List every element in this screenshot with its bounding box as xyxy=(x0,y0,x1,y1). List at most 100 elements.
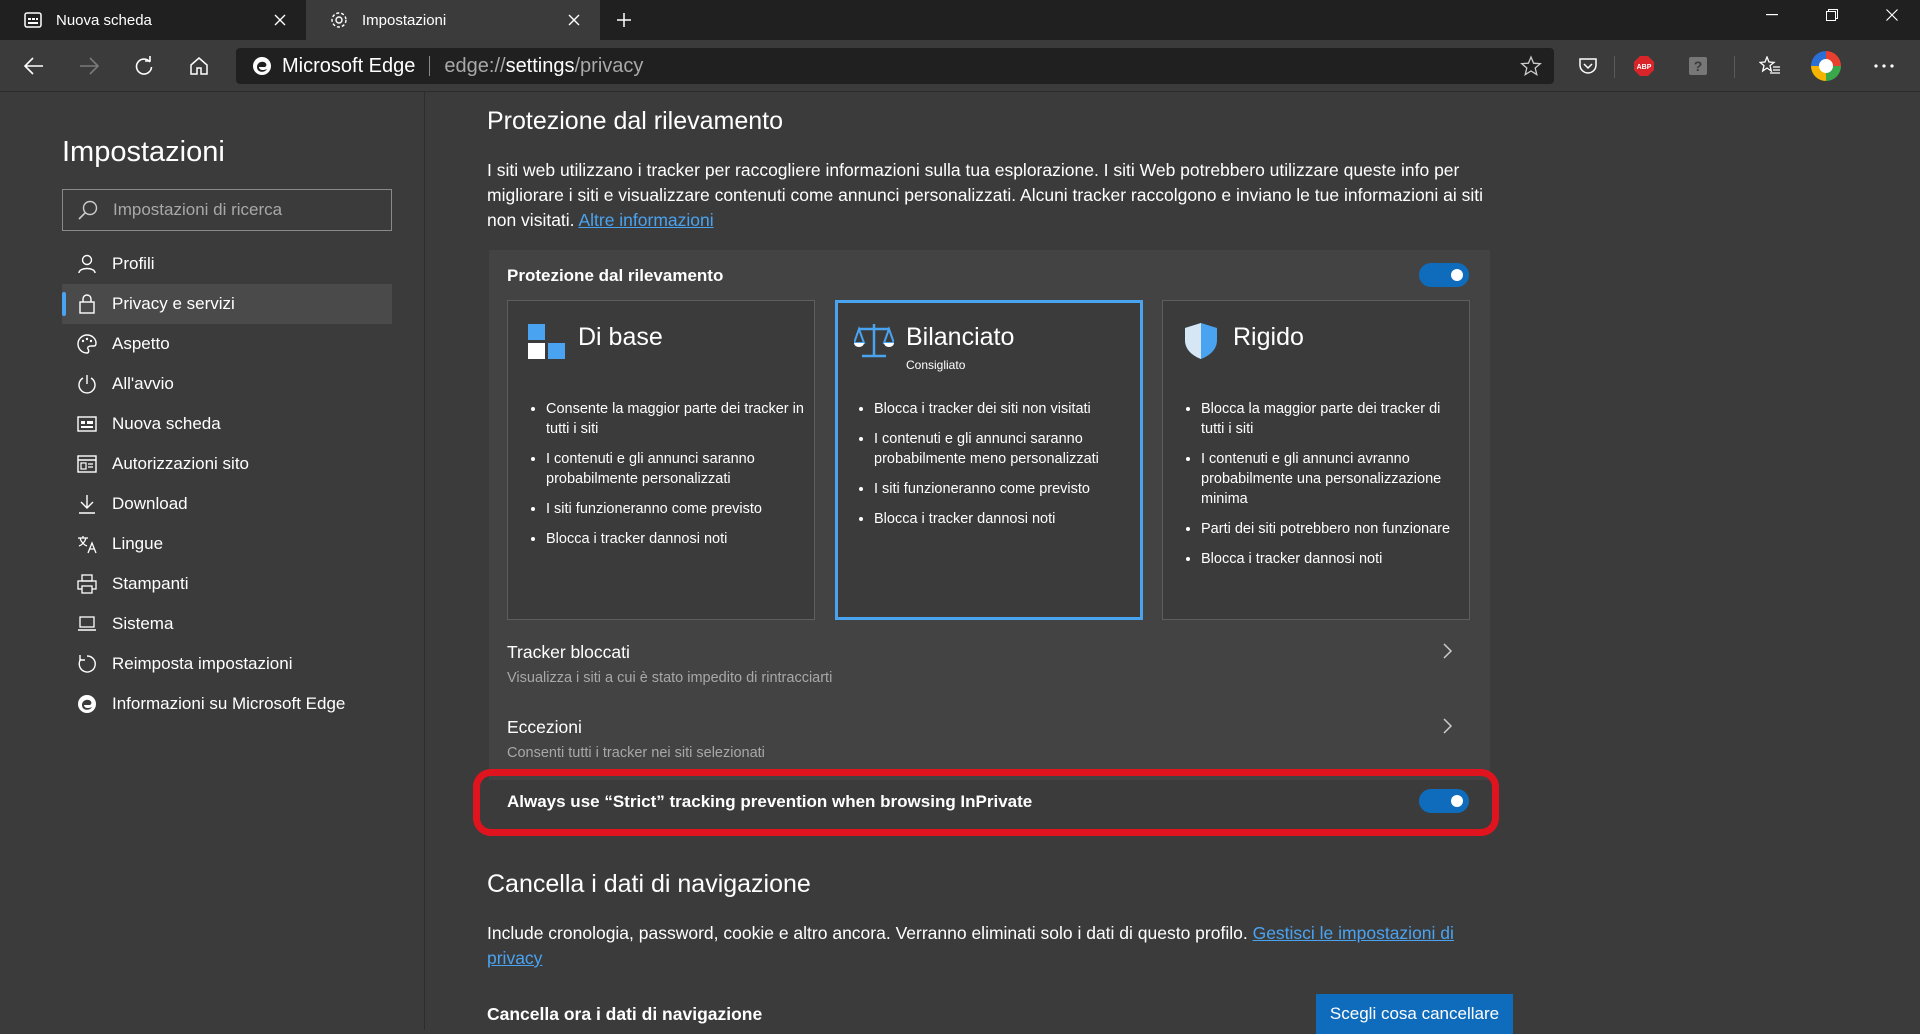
option-bullet: Blocca la maggior parte dei tracker di t… xyxy=(1201,399,1463,439)
favorites-button[interactable] xyxy=(1752,49,1788,83)
download-icon xyxy=(76,493,98,515)
back-button[interactable] xyxy=(16,49,52,83)
edge-logo-icon xyxy=(252,56,272,76)
sidebar-item-label: Aspetto xyxy=(112,334,170,353)
adblock-button[interactable]: ABP xyxy=(1626,49,1662,83)
address-bar[interactable]: Microsoft Edge edge://settings/privacy xyxy=(236,48,1554,84)
language-icon xyxy=(76,533,98,555)
toggle-knob xyxy=(1451,269,1463,281)
option-strict[interactable]: Rigido Blocca la maggior parte dei track… xyxy=(1162,300,1470,620)
clear-description: Include cronologia, password, cookie e a… xyxy=(487,923,1454,968)
sidebar-item-label: Lingue xyxy=(112,534,164,553)
sidebar-item-label: Nuova scheda xyxy=(112,414,221,433)
sidebar-item-autorizzazioni[interactable]: Autorizzazioni sito xyxy=(62,444,392,484)
favorites-list-icon xyxy=(1759,56,1780,74)
close-window-button[interactable] xyxy=(1862,0,1920,30)
option-bullets: Blocca la maggior parte dei tracker di t… xyxy=(1181,399,1463,579)
home-button[interactable] xyxy=(181,49,217,83)
settings-search[interactable] xyxy=(62,189,392,231)
svg-text:ABP: ABP xyxy=(1637,64,1652,71)
pocket-button[interactable] xyxy=(1570,49,1606,83)
more-options-icon xyxy=(1874,64,1894,68)
tracking-description: I siti web utilizzano i tracker per racc… xyxy=(487,160,1484,230)
refresh-icon xyxy=(135,56,153,75)
sidebar-item-informazioni[interactable]: Informazioni su Microsoft Edge xyxy=(62,684,392,724)
tab-label: Impostazioni xyxy=(362,11,447,29)
minimize-icon xyxy=(1766,14,1778,16)
settings-menu-button[interactable] xyxy=(1866,49,1902,83)
extension-button[interactable]: ? xyxy=(1680,49,1716,83)
newtab-icon xyxy=(76,413,98,435)
edge-icon xyxy=(76,693,98,715)
option-bullets: Blocca i tracker dei siti non visitati I… xyxy=(854,399,1136,539)
laptop-icon xyxy=(76,613,98,635)
sidebar-item-stampanti[interactable]: Stampanti xyxy=(62,564,392,604)
clear-now-label: Cancella ora i dati di navigazione xyxy=(487,1004,763,1024)
tracking-toggle[interactable] xyxy=(1419,263,1469,287)
chevron-right-icon xyxy=(1443,718,1453,734)
url-text: edge://settings/privacy xyxy=(444,54,644,77)
tab-new-tab[interactable]: Nuova scheda xyxy=(0,0,306,40)
printer-icon xyxy=(76,573,98,595)
reset-icon xyxy=(76,653,98,675)
option-name: Rigido xyxy=(1233,323,1304,351)
home-icon xyxy=(190,57,208,75)
sidebar-item-download[interactable]: Download xyxy=(62,484,392,524)
svg-text:?: ? xyxy=(1694,58,1703,74)
shield-icon xyxy=(1181,321,1221,361)
option-bullet: I contenuti e gli annunci saranno probab… xyxy=(874,429,1136,469)
blocked-trackers-row[interactable]: Tracker bloccati Visualizza i siti a cui… xyxy=(489,637,1490,699)
sidebar-item-label: Informazioni su Microsoft Edge xyxy=(112,694,346,713)
search-icon xyxy=(77,199,99,221)
sidebar-item-lingue[interactable]: Lingue xyxy=(62,524,392,564)
avatar xyxy=(1811,51,1841,81)
choose-what-to-clear-button[interactable]: Scegli cosa cancellare xyxy=(1316,994,1513,1034)
option-bullet: I contenuti e gli annunci avranno probab… xyxy=(1201,449,1463,509)
sidebar-item-nuova-scheda[interactable]: Nuova scheda xyxy=(62,404,392,444)
restore-button[interactable] xyxy=(1802,0,1862,30)
close-icon xyxy=(1886,9,1898,21)
row-subtitle: Visualizza i siti a cui è stato impedito… xyxy=(507,670,833,686)
sidebar-item-label: Sistema xyxy=(112,614,174,633)
sidebar-item-label: All'avvio xyxy=(112,374,174,393)
sidebar-item-reimposta[interactable]: Reimposta impostazioni xyxy=(62,644,392,684)
page-title: Impostazioni xyxy=(62,136,225,168)
option-basic[interactable]: Di base Consente la maggior parte dei tr… xyxy=(507,300,815,620)
new-tab-button[interactable] xyxy=(606,6,642,34)
option-bullets: Consente la maggior parte dei tracker in… xyxy=(526,399,808,559)
learn-more-link[interactable]: Altre informazioni xyxy=(578,210,713,230)
sidebar-item-label: Privacy e servizi xyxy=(112,294,235,313)
sidebar-item-aspetto[interactable]: Aspetto xyxy=(62,324,392,364)
plus-icon xyxy=(617,13,631,27)
exceptions-row[interactable]: Eccezioni Consenti tutti i tracker nei s… xyxy=(489,712,1490,774)
recommended-badge: Consigliato xyxy=(906,358,966,372)
option-bullet: I siti funzioneranno come previsto xyxy=(874,479,1136,499)
sidebar-item-privacy[interactable]: Privacy e servizi xyxy=(62,284,392,324)
search-input[interactable] xyxy=(111,199,375,221)
forward-button[interactable] xyxy=(71,49,107,83)
settings-nav: Profili Privacy e servizi Aspetto All'av… xyxy=(62,244,392,724)
close-icon[interactable] xyxy=(562,8,586,32)
close-icon[interactable] xyxy=(268,8,292,32)
toolbar-divider xyxy=(1614,56,1615,78)
favorite-star-icon[interactable] xyxy=(1520,55,1542,77)
address-separator xyxy=(429,56,431,76)
option-balanced[interactable]: Bilanciato Consigliato Blocca i tracker … xyxy=(835,300,1143,620)
option-name: Di base xyxy=(578,323,663,351)
help-box-icon: ? xyxy=(1689,57,1707,75)
sidebar-item-sistema[interactable]: Sistema xyxy=(62,604,392,644)
tab-strip: Nuova scheda Impostazioni xyxy=(0,0,1920,40)
option-bullet: Parti dei siti potrebbero non funzionare xyxy=(1201,519,1463,539)
refresh-button[interactable] xyxy=(126,49,162,83)
profile-button[interactable] xyxy=(1808,49,1844,83)
option-bullet: Blocca i tracker dei siti non visitati xyxy=(874,399,1136,419)
tab-settings[interactable]: Impostazioni xyxy=(306,0,600,40)
tracking-card-title: Protezione dal rilevamento xyxy=(507,266,724,285)
sidebar-item-label: Autorizzazioni sito xyxy=(112,454,250,473)
sidebar-item-profili[interactable]: Profili xyxy=(62,244,392,284)
sidebar-item-label: Stampanti xyxy=(112,574,189,593)
browser-toolbar: Microsoft Edge edge://settings/privacy A… xyxy=(0,40,1920,92)
sidebar-item-avvio[interactable]: All'avvio xyxy=(62,364,392,404)
minimize-button[interactable] xyxy=(1742,0,1802,30)
person-icon xyxy=(76,253,98,275)
